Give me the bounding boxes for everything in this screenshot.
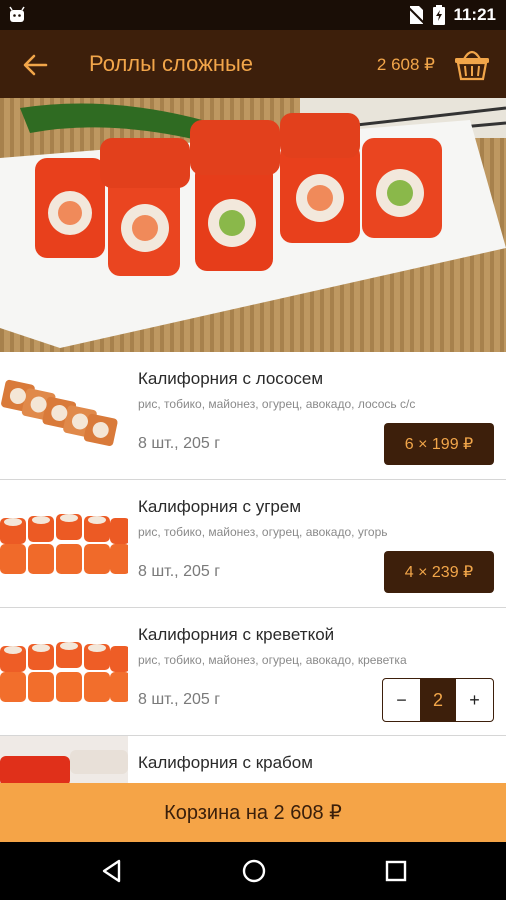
nav-home-icon[interactable] bbox=[240, 857, 268, 885]
product-description: рис, тобико, майонез, огурец, авокадо, к… bbox=[138, 653, 407, 667]
list-item[interactable]: Калифорния с лососем рис, тобико, майоне… bbox=[0, 352, 506, 480]
product-meta: 8 шт., 205 г bbox=[138, 691, 221, 708]
category-hero-image bbox=[0, 98, 506, 352]
decrement-button[interactable]: − bbox=[383, 679, 420, 721]
product-description: рис, тобико, майонез, огурец, авокадо, л… bbox=[138, 397, 416, 411]
basket-icon[interactable] bbox=[454, 47, 490, 81]
quantity-stepper: − 2 + bbox=[382, 678, 494, 722]
product-image bbox=[0, 480, 128, 606]
product-image bbox=[0, 352, 128, 478]
product-name: Калифорния с креветкой bbox=[138, 625, 335, 644]
price-button[interactable]: 4 × 239 ₽ bbox=[384, 551, 494, 593]
android-icon bbox=[9, 6, 25, 22]
cart-button[interactable]: Корзина на 2 608 ₽ bbox=[0, 783, 506, 842]
system-navigation-bar bbox=[0, 842, 506, 900]
no-sim-icon bbox=[407, 6, 426, 24]
nav-recents-icon[interactable] bbox=[382, 857, 410, 885]
increment-button[interactable]: + bbox=[456, 679, 493, 721]
nav-back-icon[interactable] bbox=[98, 857, 126, 885]
status-time: 11:21 bbox=[453, 5, 496, 24]
list-item[interactable]: Калифорния с угрем рис, тобико, майонез,… bbox=[0, 480, 506, 608]
page-title: Роллы сложные bbox=[89, 51, 254, 76]
status-bar: 11:21 bbox=[0, 0, 506, 30]
product-meta: 8 шт., 205 г bbox=[138, 563, 221, 580]
product-name: Калифорния с лососем bbox=[138, 369, 324, 388]
cart-total[interactable]: 2 608 ₽ bbox=[377, 55, 435, 75]
price-button[interactable]: 6 × 199 ₽ bbox=[384, 423, 494, 465]
product-meta: 8 шт., 205 г bbox=[138, 435, 221, 452]
quantity-value: 2 bbox=[420, 679, 456, 721]
list-item[interactable]: Калифорния с креветкой рис, тобико, майо… bbox=[0, 608, 506, 736]
back-arrow-icon[interactable] bbox=[22, 52, 48, 78]
app-bar: Роллы сложные 2 608 ₽ bbox=[0, 30, 506, 98]
product-name: Калифорния с крабом bbox=[138, 753, 313, 772]
product-description: рис, тобико, майонез, огурец, авокадо, у… bbox=[138, 525, 388, 539]
product-name: Калифорния с угрем bbox=[138, 497, 302, 516]
battery-icon bbox=[433, 5, 446, 25]
product-image bbox=[0, 608, 128, 734]
